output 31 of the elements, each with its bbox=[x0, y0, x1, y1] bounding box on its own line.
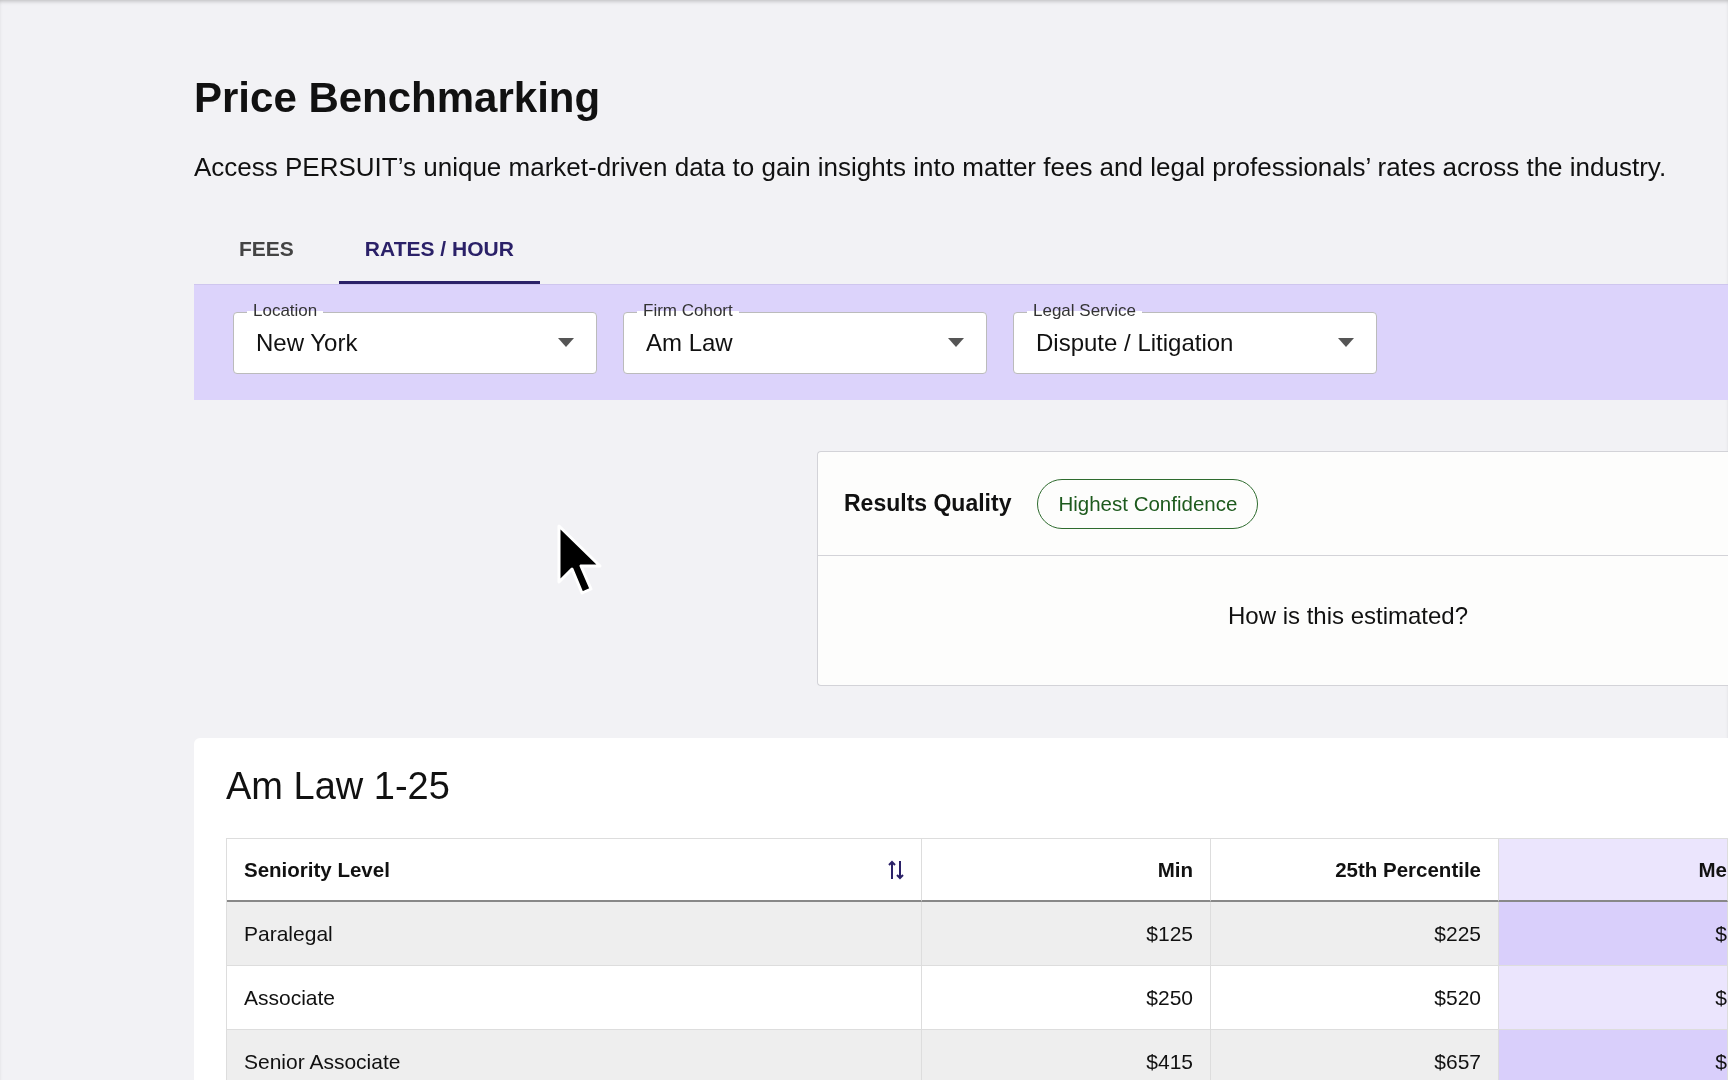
column-header: Me bbox=[1499, 839, 1728, 902]
table-cell: Senior Associate bbox=[227, 1030, 922, 1080]
page-description: Access PERSUIT’s unique market-driven data to gain insights into matter fees and legal professionals’ rates across the industry. bbox=[194, 152, 1668, 182]
caret-icon bbox=[948, 338, 964, 347]
field-value: New York bbox=[256, 328, 358, 357]
table-cell: Associate bbox=[227, 966, 922, 1030]
results-quality-label: Results Quality bbox=[844, 490, 1012, 517]
table-cell: $415 bbox=[922, 1030, 1211, 1080]
confidence-badge: Highest Confidence bbox=[1037, 478, 1259, 529]
field-value: Dispute / Litigation bbox=[1036, 328, 1234, 357]
column-header[interactable]: Seniority Level bbox=[227, 839, 922, 902]
caret-icon bbox=[1338, 338, 1354, 347]
table-cell: $225 bbox=[1211, 902, 1499, 966]
tab[interactable]: FEES bbox=[194, 219, 339, 284]
table-cell: $ bbox=[1499, 966, 1728, 1030]
sort-icon[interactable] bbox=[888, 858, 904, 881]
column-title: Seniority Level bbox=[244, 857, 390, 882]
column-header: 25th Percentile bbox=[1211, 839, 1499, 902]
table-cell: $125 bbox=[922, 902, 1211, 966]
table-cell: $250 bbox=[922, 966, 1211, 1030]
table-cell: $657 bbox=[1211, 1030, 1499, 1080]
table-cell: $520 bbox=[1211, 966, 1499, 1030]
table-cell: $ bbox=[1499, 1030, 1728, 1080]
page-title: Price Benchmarking bbox=[194, 74, 602, 122]
table-cell: $ bbox=[1499, 902, 1728, 966]
field-value: Am Law bbox=[646, 328, 733, 357]
table-cell: Paralegal bbox=[227, 902, 922, 966]
estimation-link[interactable]: How is this estimated? bbox=[1227, 601, 1469, 630]
table-title: Am Law 1-25 bbox=[226, 766, 451, 806]
caret-icon bbox=[558, 338, 574, 347]
column-header: Min bbox=[922, 839, 1211, 902]
